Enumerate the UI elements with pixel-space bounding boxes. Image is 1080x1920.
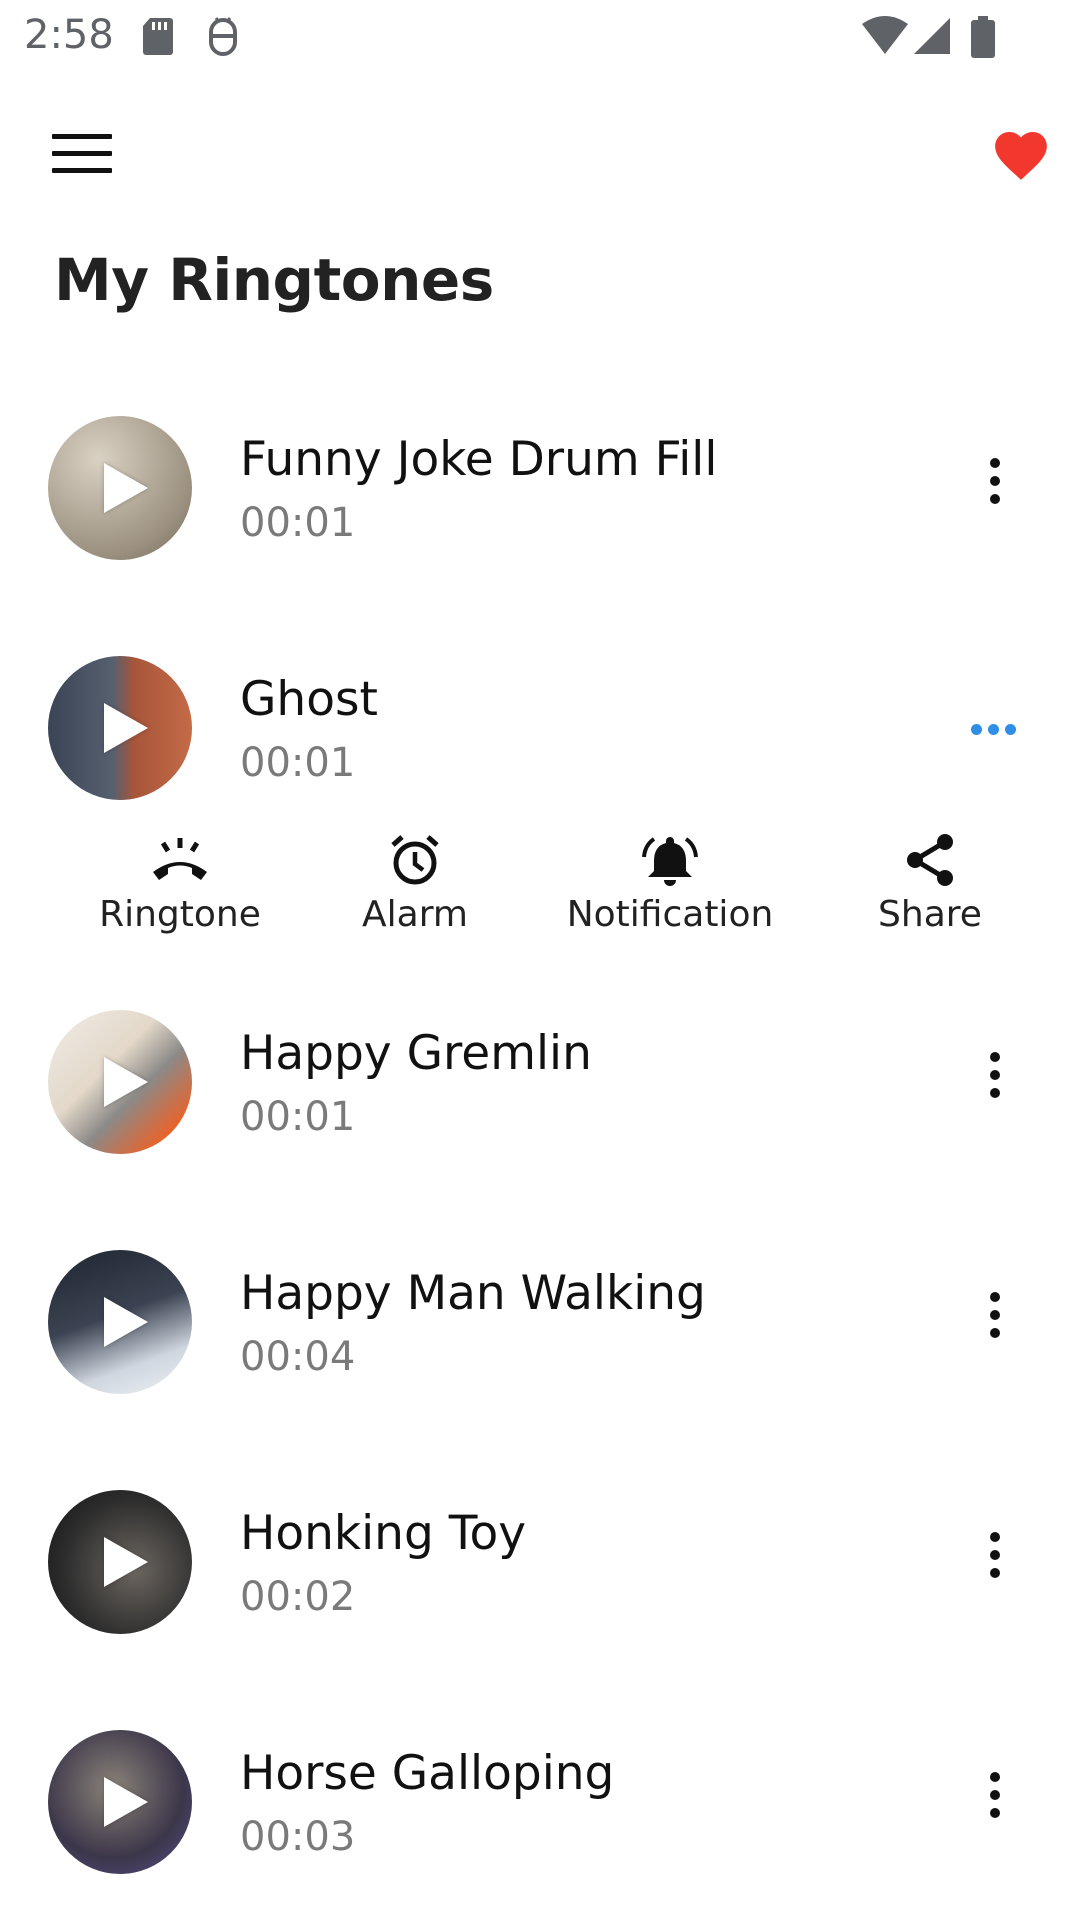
ringtone-thumbnail-play-button[interactable] (48, 416, 192, 560)
wifi-icon (862, 16, 908, 54)
alarm-action-label: Alarm (362, 894, 468, 935)
ringtone-row[interactable]: Happy Man Walking 00:04 (0, 1248, 1080, 1398)
ringtone-thumbnail-play-button[interactable] (48, 1010, 192, 1154)
play-icon (104, 1537, 148, 1587)
ringtone-row[interactable]: Honking Toy 00:02 (0, 1488, 1080, 1638)
heart-icon[interactable] (990, 124, 1052, 184)
set-ringtone-button[interactable]: Ringtone (95, 830, 265, 935)
phone-ring-icon (153, 838, 207, 880)
ringtone-action-label: Ringtone (99, 894, 261, 935)
cellular-signal-icon (914, 18, 950, 54)
ringtone-duration: 00:03 (240, 1814, 356, 1860)
play-icon (104, 703, 148, 753)
play-icon (104, 463, 148, 513)
ringtone-title: Funny Joke Drum Fill (240, 432, 718, 487)
status-bar: 2:58 (0, 0, 1080, 75)
share-icon (907, 834, 953, 886)
ringtone-duration: 00:01 (240, 740, 356, 786)
ringtone-title: Horse Galloping (240, 1746, 615, 1801)
hamburger-menu-icon[interactable] (52, 134, 112, 178)
share-action-label: Share (878, 894, 982, 935)
share-button[interactable]: Share (860, 830, 1000, 935)
ringtone-row[interactable]: Funny Joke Drum Fill 00:01 (0, 414, 1080, 564)
ringtone-duration: 00:01 (240, 500, 356, 546)
status-time: 2:58 (24, 12, 114, 58)
more-vertical-icon[interactable] (980, 1532, 1010, 1592)
more-vertical-icon[interactable] (980, 1052, 1010, 1112)
ringtone-title: Happy Man Walking (240, 1266, 706, 1321)
ringtone-title: Honking Toy (240, 1506, 527, 1561)
play-icon (104, 1297, 148, 1347)
more-vertical-icon[interactable] (980, 1772, 1010, 1832)
ringtone-row-expanded[interactable]: Ghost 00:01 (0, 654, 1080, 804)
ringtone-title: Happy Gremlin (240, 1026, 592, 1081)
notification-action-label: Notification (566, 894, 774, 935)
play-icon (104, 1777, 148, 1827)
android-debug-icon (209, 17, 237, 56)
more-vertical-icon[interactable] (980, 1292, 1010, 1352)
ringtone-thumbnail-play-button[interactable] (48, 1490, 192, 1634)
sd-card-icon (143, 18, 173, 55)
bell-ring-icon (642, 837, 698, 886)
battery-icon (971, 16, 995, 58)
ringtone-thumbnail-play-button[interactable] (48, 1250, 192, 1394)
ringtone-thumbnail-play-button[interactable] (48, 1730, 192, 1874)
ringtone-duration: 00:02 (240, 1574, 356, 1620)
more-horizontal-icon[interactable] (968, 720, 1028, 736)
app-screen: 2:58 My Ringtones Funny Joke Drum Fill 0… (0, 0, 1080, 1920)
set-alarm-button[interactable]: Alarm (335, 830, 495, 935)
ringtone-duration: 00:01 (240, 1094, 356, 1140)
ringtone-thumbnail-play-button[interactable] (48, 656, 192, 800)
set-notification-button[interactable]: Notification (560, 830, 780, 935)
ringtone-action-bar: Ringtone Alarm Notification Share (0, 830, 1080, 950)
ringtone-row[interactable]: Happy Gremlin 00:01 (0, 1008, 1080, 1158)
page-title: My Ringtones (54, 246, 494, 314)
alarm-clock-icon (391, 835, 439, 885)
ringtone-title: Ghost (240, 672, 378, 727)
ringtone-duration: 00:04 (240, 1334, 356, 1380)
ringtone-row[interactable]: Horse Galloping 00:03 (0, 1728, 1080, 1878)
more-vertical-icon[interactable] (980, 458, 1010, 518)
play-icon (104, 1057, 148, 1107)
